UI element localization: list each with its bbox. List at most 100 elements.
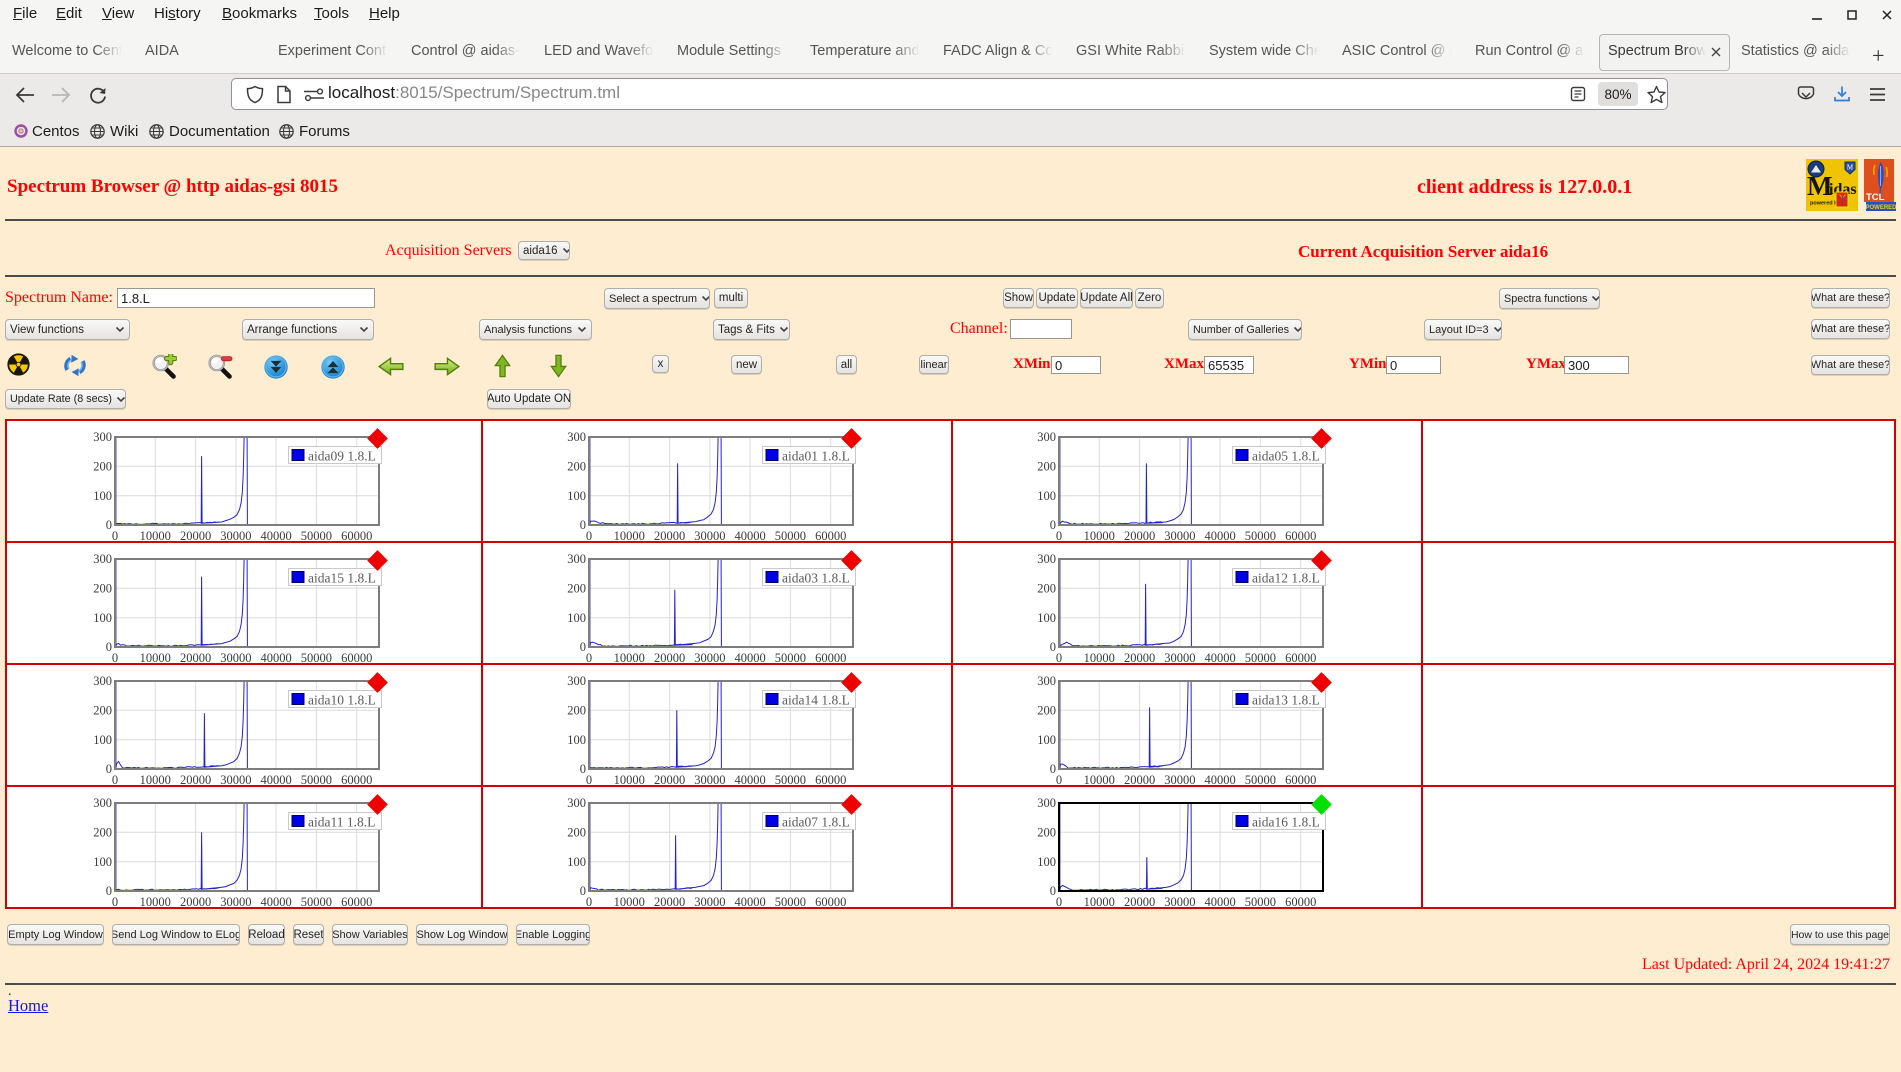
- svg-text:100: 100: [1037, 611, 1056, 625]
- svg-text:50000: 50000: [775, 773, 806, 787]
- svg-text:10000: 10000: [1084, 895, 1115, 909]
- svg-text:50000: 50000: [1245, 895, 1276, 909]
- svg-text:20000: 20000: [180, 895, 211, 909]
- svg-text:20000: 20000: [180, 529, 211, 543]
- svg-text:200: 200: [1037, 582, 1056, 596]
- svg-text:30000: 30000: [1164, 895, 1195, 909]
- svg-text:60000: 60000: [815, 773, 846, 787]
- svg-text:TCL: TCL: [1866, 192, 1885, 203]
- svg-text:60000: 60000: [1285, 529, 1316, 543]
- svg-text:0: 0: [112, 651, 118, 665]
- svg-text:50000: 50000: [1245, 773, 1276, 787]
- svg-text:300: 300: [1037, 552, 1056, 566]
- svg-text:aida01 1.8.L: aida01 1.8.L: [782, 449, 850, 464]
- svg-text:20000: 20000: [1124, 895, 1155, 909]
- svg-text:40000: 40000: [260, 773, 291, 787]
- svg-text:40000: 40000: [734, 651, 765, 665]
- svg-text:40000: 40000: [260, 895, 291, 909]
- svg-text:20000: 20000: [1124, 773, 1155, 787]
- svg-text:aida12 1.8.L: aida12 1.8.L: [1252, 571, 1320, 586]
- svg-text:200: 200: [567, 460, 586, 474]
- svg-text:40000: 40000: [1204, 529, 1235, 543]
- svg-text:50000: 50000: [1245, 651, 1276, 665]
- svg-text:50000: 50000: [301, 651, 332, 665]
- svg-text:40000: 40000: [1204, 651, 1235, 665]
- svg-text:300: 300: [1037, 796, 1056, 810]
- svg-text:0: 0: [112, 895, 118, 909]
- svg-text:60000: 60000: [341, 529, 372, 543]
- svg-text:20000: 20000: [180, 651, 211, 665]
- svg-text:60000: 60000: [815, 895, 846, 909]
- svg-text:300: 300: [93, 430, 112, 444]
- svg-text:0: 0: [586, 895, 592, 909]
- svg-text:20000: 20000: [654, 773, 685, 787]
- svg-text:POWERED: POWERED: [1865, 205, 1896, 211]
- svg-text:30000: 30000: [694, 651, 725, 665]
- svg-text:40000: 40000: [1204, 895, 1235, 909]
- svg-text:20000: 20000: [654, 651, 685, 665]
- svg-text:aida13 1.8.L: aida13 1.8.L: [1252, 693, 1320, 708]
- svg-text:10000: 10000: [614, 651, 645, 665]
- svg-text:30000: 30000: [1164, 529, 1195, 543]
- svg-text:200: 200: [93, 582, 112, 596]
- svg-text:40000: 40000: [260, 651, 291, 665]
- svg-text:20000: 20000: [654, 529, 685, 543]
- svg-text:200: 200: [1037, 704, 1056, 718]
- svg-text:200: 200: [93, 704, 112, 718]
- svg-text:aida14 1.8.L: aida14 1.8.L: [782, 693, 850, 708]
- svg-text:50000: 50000: [775, 529, 806, 543]
- svg-text:10000: 10000: [140, 651, 171, 665]
- svg-text:30000: 30000: [220, 773, 251, 787]
- svg-text:60000: 60000: [1285, 895, 1316, 909]
- svg-text:60000: 60000: [341, 895, 372, 909]
- svg-text:0: 0: [586, 651, 592, 665]
- svg-text:30000: 30000: [220, 651, 251, 665]
- svg-text:200: 200: [1037, 826, 1056, 840]
- svg-text:300: 300: [93, 552, 112, 566]
- svg-text:60000: 60000: [341, 773, 372, 787]
- svg-text:30000: 30000: [220, 529, 251, 543]
- svg-text:0: 0: [1056, 895, 1062, 909]
- svg-text:aida09 1.8.L: aida09 1.8.L: [308, 449, 376, 464]
- svg-text:60000: 60000: [341, 651, 372, 665]
- svg-text:300: 300: [567, 796, 586, 810]
- svg-text:10000: 10000: [614, 529, 645, 543]
- svg-text:300: 300: [567, 674, 586, 688]
- svg-text:200: 200: [93, 826, 112, 840]
- svg-text:60000: 60000: [815, 529, 846, 543]
- svg-text:40000: 40000: [734, 895, 765, 909]
- svg-text:100: 100: [93, 855, 112, 869]
- svg-text:20000: 20000: [180, 773, 211, 787]
- svg-text:200: 200: [567, 826, 586, 840]
- svg-text:0: 0: [1056, 773, 1062, 787]
- svg-text:10000: 10000: [614, 895, 645, 909]
- svg-text:200: 200: [567, 582, 586, 596]
- svg-text:60000: 60000: [1285, 773, 1316, 787]
- svg-text:30000: 30000: [220, 895, 251, 909]
- svg-text:200: 200: [1037, 460, 1056, 474]
- svg-text:100: 100: [93, 733, 112, 747]
- svg-text:300: 300: [567, 430, 586, 444]
- svg-text:50000: 50000: [1245, 529, 1276, 543]
- svg-text:10000: 10000: [140, 773, 171, 787]
- svg-text:50000: 50000: [301, 895, 332, 909]
- svg-text:40000: 40000: [734, 529, 765, 543]
- svg-text:0: 0: [1056, 529, 1062, 543]
- svg-text:100: 100: [93, 611, 112, 625]
- svg-text:100: 100: [1037, 489, 1056, 503]
- svg-text:aida10 1.8.L: aida10 1.8.L: [308, 693, 376, 708]
- svg-text:aida16 1.8.L: aida16 1.8.L: [1252, 815, 1320, 830]
- svg-text:20000: 20000: [1124, 651, 1155, 665]
- svg-text:100: 100: [567, 611, 586, 625]
- svg-text:0: 0: [112, 529, 118, 543]
- svg-text:20000: 20000: [1124, 529, 1155, 543]
- svg-text:M: M: [1847, 164, 1854, 172]
- svg-text:300: 300: [1037, 674, 1056, 688]
- svg-text:50000: 50000: [775, 895, 806, 909]
- svg-text:50000: 50000: [301, 529, 332, 543]
- svg-text:30000: 30000: [694, 895, 725, 909]
- svg-text:10000: 10000: [1084, 651, 1115, 665]
- svg-text:200: 200: [567, 704, 586, 718]
- svg-text:300: 300: [93, 796, 112, 810]
- svg-text:100: 100: [567, 733, 586, 747]
